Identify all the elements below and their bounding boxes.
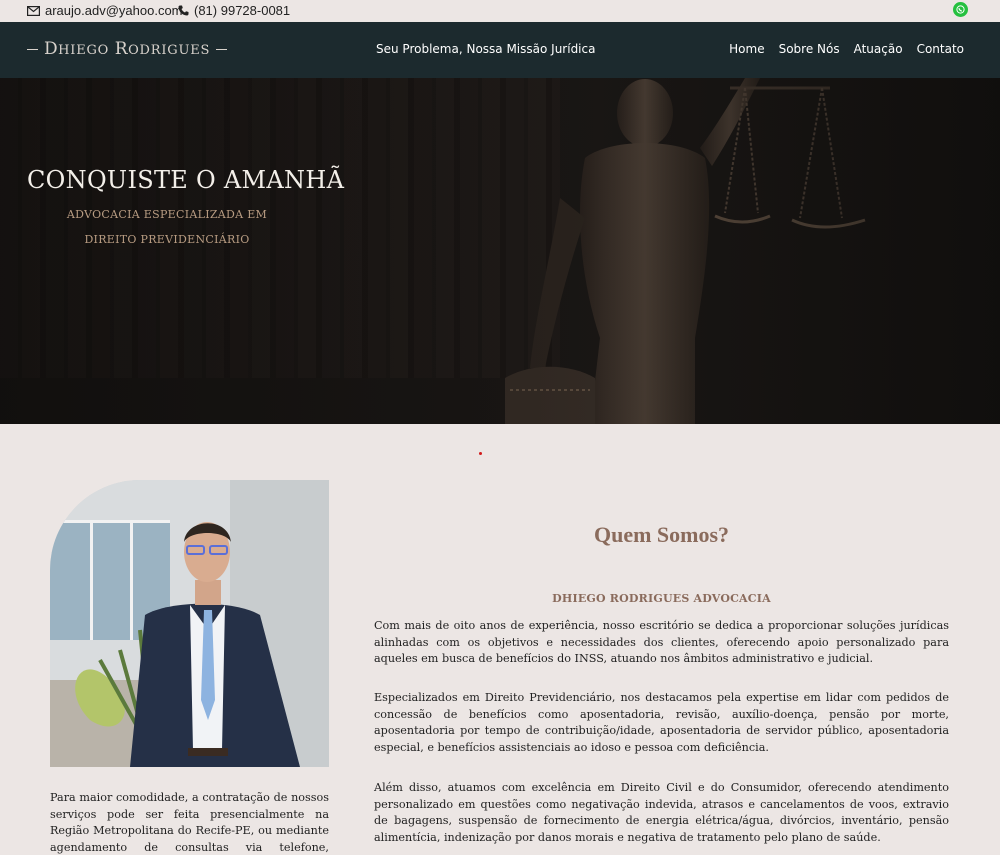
phone-text: (81) 99728-0081: [194, 3, 291, 18]
lawyer-photo: [50, 480, 329, 767]
about-paragraph-2: Especializados em Direito Previdenciário…: [374, 691, 949, 754]
whatsapp-icon[interactable]: [953, 2, 968, 17]
nav-link-atuacao[interactable]: Atuação: [854, 42, 903, 56]
brand-name: Dhiego Rodrigues: [44, 39, 211, 59]
phone-icon: [178, 5, 189, 16]
hero-banner: CONQUISTE O AMANHÃ ADVOCACIA ESPECIALIZA…: [0, 78, 1000, 424]
email-text: araujo.adv@yahoo.com: [45, 3, 183, 18]
nav-tagline: Seu Problema, Nossa Missão Jurídica: [376, 42, 596, 56]
hero-subtitle: ADVOCACIA ESPECIALIZADA EM DIREITO PREVI…: [66, 208, 268, 246]
brand-logo[interactable]: Dhiego Rodrigues: [27, 39, 228, 59]
about-subtitle: DHIEGO RODRIGUES ADVOCACIA: [552, 592, 771, 605]
brand-dash-left: [27, 48, 38, 50]
about-paragraph-3: Além disso, atuamos com excelência em Di…: [374, 781, 949, 844]
nav-link-sobre[interactable]: Sobre Nós: [779, 42, 840, 56]
main-nav: Dhiego Rodrigues Seu Problema, Nossa Mis…: [0, 22, 1000, 78]
service-note: Para maior comodidade, a contratação de …: [50, 791, 329, 854]
about-title: Quem Somos?: [593, 522, 730, 547]
mail-icon: [27, 5, 40, 16]
nav-link-home[interactable]: Home: [729, 42, 764, 56]
hero-title: CONQUISTE O AMANHÃ: [27, 166, 345, 194]
brand-dash-right: [216, 48, 228, 50]
phone-contact[interactable]: (81) 99728-0081: [178, 3, 290, 18]
about-paragraph-1: Com mais de oito anos de experiência, no…: [374, 619, 949, 666]
nav-link-contato[interactable]: Contato: [917, 42, 964, 56]
contact-bar: araujo.adv@yahoo.com (81) 99728-0081: [0, 0, 1000, 22]
nav-menu: Home Sobre Nós Atuação Contato: [729, 42, 964, 56]
decorative-dot: [479, 452, 482, 455]
email-contact[interactable]: araujo.adv@yahoo.com: [27, 3, 183, 18]
